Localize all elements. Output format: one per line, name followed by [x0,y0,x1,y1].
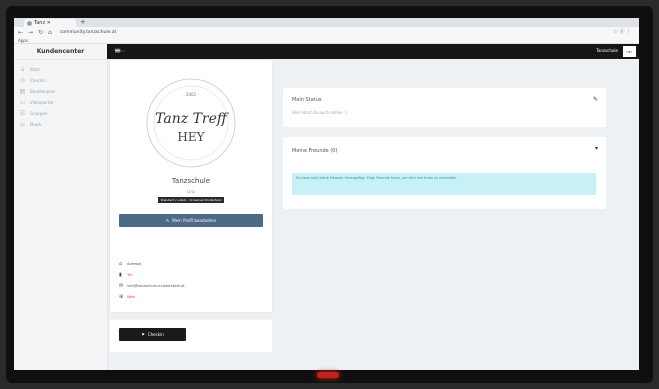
profile-card: · 2002 · Tanz Treff HEY Tanzschule Linz … [110,60,272,312]
info-alert: Du hast noch keine Freunde hinzugefügt. … [292,173,596,195]
logo-script-text: Tanz Treff [155,111,229,127]
friends-card: Meine Freunde (0) ▾ Du hast noch keine F… [283,137,606,209]
sidebar-item-label: Start [30,67,40,72]
sidebar-item-videoportal[interactable]: ▭ Videoportal [14,97,107,108]
edit-profile-label: Mein Profil bearbeiten [172,218,217,223]
top-navbar: ≡ Tanzschule HEY [107,44,639,59]
reload-icon[interactable]: ↻ [38,29,43,36]
mail-icon: ✉ [119,282,124,289]
new-tab-button[interactable]: + [80,18,86,26]
groups-icon: ☷ [19,110,26,117]
friends-title: Meine Freunde (0) [292,148,338,154]
contact-address: ⌂ Adresse [119,258,263,269]
monitor-power-led [317,372,339,378]
forward-icon[interactable]: → [28,29,33,36]
browser-extension-icons[interactable]: ☆ ⓑ ⋮ [613,28,631,35]
edit-icon: ✎ [165,218,170,223]
address-bar[interactable]: community.tanzschule.at [60,30,116,35]
sidebar-item-label: Videoportal [30,100,53,105]
sidebar-brand[interactable]: Kundencenter [14,44,107,60]
calendar-icon: ▤ [19,88,26,95]
breadcrumb[interactable]: ⌂ › [119,49,125,54]
contact-text: info@tanzschule-musterstadt.at [127,283,185,288]
browser-tab-strip: Tanz ✕ + [14,18,639,27]
sidebar-item-gruppen[interactable]: ☷ Gruppen [14,108,107,119]
school-logo: · 2002 · Tanz Treff HEY [138,70,244,176]
browser-tab[interactable]: Tanz ✕ [24,19,76,27]
sidebar-item-stundenplan[interactable]: ▤ Stundenplan [14,86,107,97]
video-icon: ▭ [19,99,26,106]
contact-phone[interactable]: ▮ Tel. [119,269,263,280]
edit-profile-button[interactable]: ✎ Mein Profil bearbeiten [119,214,263,227]
globe-icon: ⊕ [119,293,124,300]
contact-list: ⌂ Adresse ▮ Tel. ✉ info@tanzschule-musterst… [119,258,263,302]
sidebar: Kundencenter ⌂ Start ◎ Checkin ▤ Stundenpla… [14,44,108,370]
back-icon[interactable]: ← [18,29,23,36]
contact-text: Tel. [127,272,133,277]
sidebar-menu: ⌂ Start ◎ Checkin ▤ Stundenplan ▭ Videoporta… [14,64,107,130]
tag-row: Standard / Latein · Crossover Kindertanz [110,197,272,203]
sidebar-item-label: Gruppen [30,111,48,116]
home-icon[interactable]: ⌂ [48,29,52,36]
contact-text: Adresse [127,261,142,266]
checkin-label: Checkin [147,332,164,337]
collapse-icon[interactable]: ▾ [595,145,598,152]
school-city: Linz [187,189,195,194]
category-badge: Standard / Latein · Crossover Kindertanz [157,197,225,203]
browser-toolbar: ← → ↻ ⌂ community.tanzschule.at [14,27,639,38]
sidebar-item-start[interactable]: ⌂ Start [14,64,107,75]
sidebar-item-label: Checkin [30,78,46,83]
status-text: Hier hörst du auch online :) [292,110,347,115]
sidebar-item-musik[interactable]: ⚏ Musik [14,119,107,130]
home-icon: ⌂ [119,260,123,267]
checkin-card: ⚑ Checkin [110,320,272,352]
school-name: Tanzschule [171,177,211,185]
edit-status-icon[interactable]: ✎ [593,96,598,103]
logo-hey-text: HEY [177,130,205,144]
user-name[interactable]: Tanzschule [596,48,618,53]
sidebar-item-label: Musik [30,122,42,127]
sidebar-item-label: Stundenplan [30,89,56,94]
logo-top-text: · 2002 · [183,92,198,97]
status-title: Mein Status [292,97,322,103]
favicon-icon [27,20,32,26]
music-icon: ⚏ [19,121,26,128]
phone-icon: ▮ [119,271,122,278]
contact-email[interactable]: ✉ info@tanzschule-musterstadt.at [119,280,263,291]
browser-tab-title: Tanz ✕ [34,20,51,26]
sidebar-item-checkin[interactable]: ◎ Checkin [14,75,107,86]
status-card: Mein Status Hier hörst du auch online :)… [283,88,606,127]
checkin-icon: ◎ [19,77,26,84]
contact-text: Web [127,294,135,299]
home-icon: ⌂ [20,66,25,73]
avatar[interactable]: HEY [623,46,636,57]
checkin-button[interactable]: ⚑ Checkin [119,328,186,341]
pin-icon: ⚑ [141,332,145,337]
contact-web[interactable]: ⊕ Web [119,291,263,302]
